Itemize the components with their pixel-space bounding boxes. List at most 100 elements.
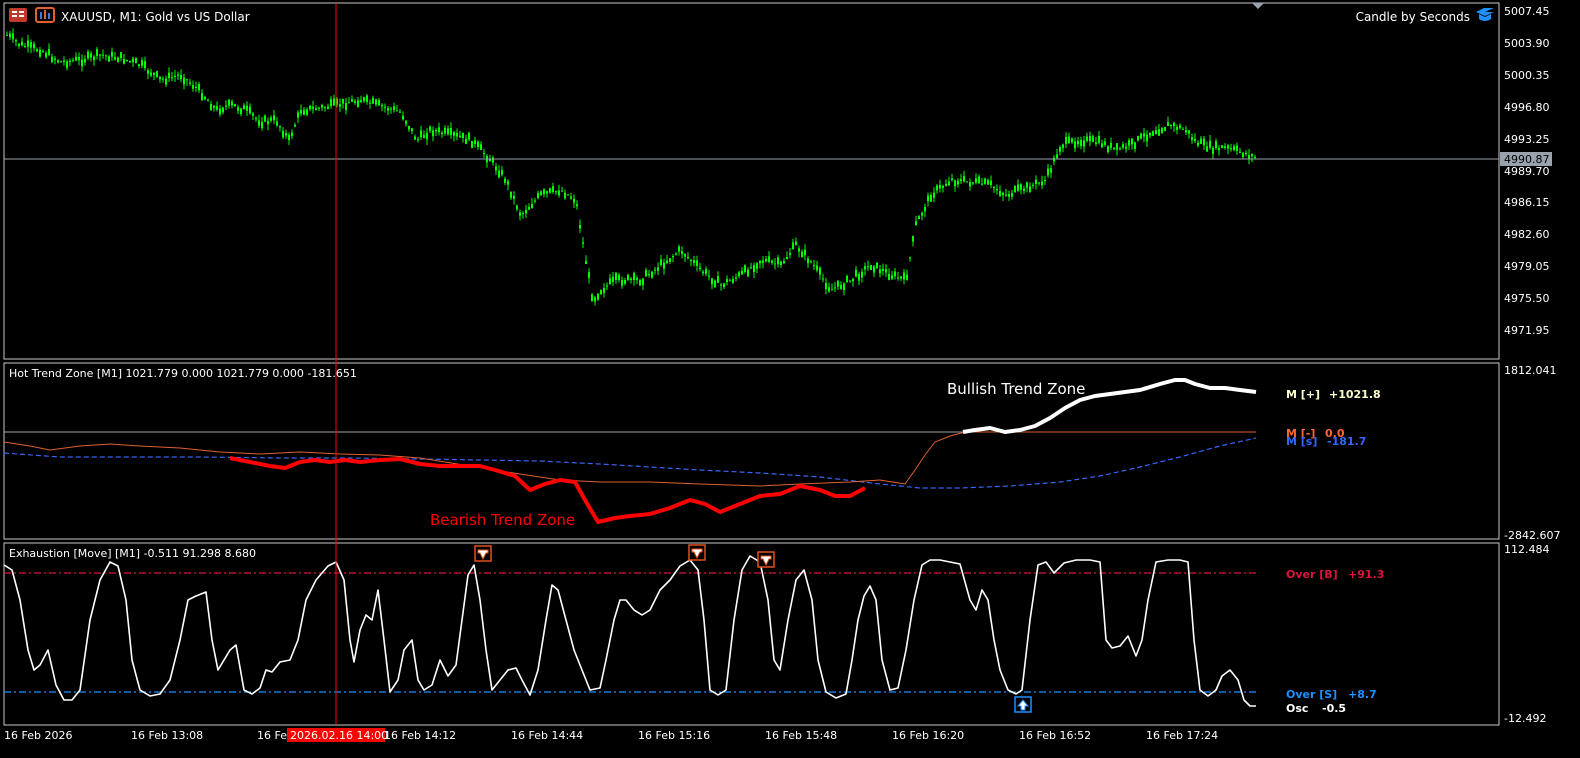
- candle-body: [927, 195, 929, 201]
- candle-body: [1170, 125, 1172, 127]
- candle-body: [864, 266, 866, 270]
- candle-body: [540, 191, 542, 195]
- candle-body: [729, 280, 731, 282]
- candle-body: [831, 289, 833, 291]
- candle-body: [981, 183, 983, 185]
- candle-body: [1014, 185, 1016, 192]
- candle-body: [699, 267, 701, 269]
- candle-body: [615, 273, 617, 280]
- candle-body: [552, 186, 554, 192]
- candle-body: [162, 78, 164, 80]
- candle-body: [411, 128, 413, 132]
- candle-body: [198, 84, 200, 91]
- candle-body: [222, 107, 224, 113]
- candle-body: [141, 60, 143, 66]
- candle-body: [978, 176, 980, 184]
- candle-body: [1101, 143, 1103, 148]
- candle-body: [1191, 137, 1193, 140]
- m-plus-label: M [+]: [1286, 388, 1320, 401]
- candle-body: [42, 51, 44, 53]
- candle-body: [870, 265, 872, 270]
- candle-body: [579, 225, 581, 229]
- candle-body: [807, 258, 809, 264]
- candle-body: [1083, 140, 1085, 147]
- candle-body: [1143, 133, 1145, 137]
- candle-body: [120, 52, 122, 58]
- over-b-label: Over [B]: [1286, 568, 1338, 581]
- candle-body: [342, 98, 344, 104]
- candle-body: [300, 110, 302, 114]
- candle-body: [756, 263, 758, 269]
- candle-body: [135, 58, 137, 64]
- candle-body: [1041, 181, 1043, 186]
- candle-body: [414, 136, 416, 140]
- candle-body: [1032, 184, 1034, 186]
- candle-body: [1212, 148, 1214, 155]
- candle-body: [36, 49, 38, 52]
- candle-body: [132, 58, 134, 63]
- candle-body: [846, 275, 848, 282]
- sell-arrow-icon[interactable]: [757, 551, 775, 568]
- sell-arrow-icon[interactable]: [474, 545, 492, 562]
- candle-body: [612, 276, 614, 282]
- buy-arrow-icon[interactable]: [1014, 696, 1032, 713]
- candle-body: [1188, 130, 1190, 134]
- candle-body: [636, 277, 638, 280]
- candle-body: [39, 49, 41, 57]
- candle-body: [585, 261, 587, 264]
- candle-body: [348, 102, 350, 104]
- candle-body: [201, 93, 203, 101]
- chart-menu-icon[interactable]: [9, 8, 27, 22]
- candle-body: [771, 260, 773, 263]
- candle-body: [1197, 142, 1199, 146]
- candle-body: [351, 99, 353, 102]
- candle-body: [588, 272, 590, 278]
- candle-body: [1020, 184, 1022, 190]
- candle-body: [750, 267, 752, 269]
- candle-body: [603, 288, 605, 293]
- candle-body: [87, 51, 89, 59]
- candle-body: [825, 283, 827, 290]
- candle-body: [321, 105, 323, 108]
- candle-body: [318, 107, 320, 109]
- candle-body: [156, 71, 158, 77]
- current-price-value: 4990.87: [1504, 153, 1550, 166]
- candle-body: [171, 77, 173, 79]
- candle-body: [1098, 136, 1100, 143]
- candle-body: [1023, 188, 1025, 191]
- candle-body: [105, 55, 107, 57]
- candle-body: [294, 125, 296, 127]
- candle-body: [498, 170, 500, 178]
- exhaustion-axis-bottom: -12.492: [1504, 712, 1546, 725]
- over-b-value: +91.3: [1348, 568, 1384, 581]
- candle-body: [1146, 134, 1148, 142]
- candle-body: [363, 97, 365, 101]
- candle-body: [333, 98, 335, 106]
- candle-body: [438, 127, 440, 132]
- candle-body: [951, 178, 953, 181]
- candle-body: [600, 290, 602, 295]
- candle-body: [1065, 136, 1067, 144]
- candle-body: [1176, 127, 1178, 130]
- candle-body: [96, 49, 98, 56]
- candle-body: [1221, 145, 1223, 148]
- candle-body: [798, 248, 800, 252]
- price-tick: 4971.95: [1504, 324, 1550, 337]
- candle-body: [387, 108, 389, 111]
- trading-chart[interactable]: XAUUSD, M1: Gold vs US Dollar Candle by …: [0, 0, 1580, 754]
- candle-body: [405, 120, 407, 124]
- candle-body: [192, 85, 194, 89]
- candle-body: [285, 133, 287, 136]
- candle-body: [276, 121, 278, 126]
- candle-body: [804, 249, 806, 256]
- candle-body: [759, 260, 761, 264]
- candle-body: [570, 196, 572, 199]
- candle-body: [126, 60, 128, 62]
- candle-body: [567, 194, 569, 196]
- candle-body: [882, 268, 884, 271]
- candle-body: [48, 48, 50, 55]
- candle-body: [906, 274, 908, 281]
- candle-body: [909, 257, 911, 259]
- candle-body: [1005, 194, 1007, 196]
- sell-arrow-icon[interactable]: [688, 544, 706, 561]
